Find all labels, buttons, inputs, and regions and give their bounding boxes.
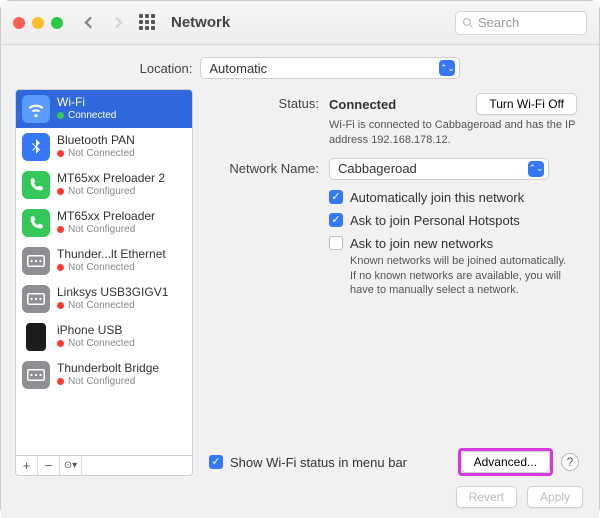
service-list[interactable]: Wi-Fi Connected Bluetooth PAN Not Connec… bbox=[15, 89, 193, 456]
window-controls bbox=[13, 17, 63, 29]
advanced-button[interactable]: Advanced... bbox=[461, 451, 550, 473]
service-item[interactable]: iPhone USB Not Connected bbox=[16, 318, 192, 356]
service-actions: + − ⊙▾ bbox=[15, 456, 193, 476]
service-name: Thunderbolt Bridge bbox=[57, 362, 159, 376]
phone-green-icon bbox=[22, 209, 50, 237]
location-row: Location: Automatic ⌃⌄ bbox=[1, 45, 599, 89]
service-status: Not Configured bbox=[57, 376, 159, 388]
auto-join-label: Automatically join this network bbox=[350, 190, 524, 205]
service-status: Not Configured bbox=[57, 224, 155, 236]
service-status: Not Connected bbox=[57, 300, 168, 312]
status-value: Connected bbox=[329, 97, 396, 112]
service-status: Connected bbox=[57, 110, 116, 122]
back-button[interactable] bbox=[77, 12, 99, 34]
bluetooth-icon bbox=[22, 133, 50, 161]
more-actions-button[interactable]: ⊙▾ bbox=[60, 456, 82, 475]
help-button[interactable]: ? bbox=[561, 453, 579, 471]
service-status: Not Connected bbox=[57, 148, 135, 160]
add-service-button[interactable]: + bbox=[16, 456, 38, 475]
service-item[interactable]: Linksys USB3GIGV1 Not Connected bbox=[16, 280, 192, 318]
service-item[interactable]: Thunder...lt Ethernet Not Connected bbox=[16, 242, 192, 280]
service-name: Bluetooth PAN bbox=[57, 134, 135, 148]
forward-button[interactable] bbox=[107, 12, 129, 34]
location-value: Automatic bbox=[209, 61, 267, 76]
zoom-icon[interactable] bbox=[51, 17, 63, 29]
network-name-value: Cabbageroad bbox=[338, 161, 417, 176]
detail-panel: Status: Connected Turn Wi-Fi Off Wi-Fi i… bbox=[203, 89, 585, 476]
status-subtext: Wi-Fi is connected to Cabbageroad and ha… bbox=[329, 118, 577, 148]
search-input[interactable]: Search bbox=[455, 11, 587, 35]
phone-green-icon bbox=[22, 171, 50, 199]
titlebar: Network Search bbox=[1, 1, 599, 45]
service-status: Not Configured bbox=[57, 186, 165, 198]
chevron-updown-icon: ⌃⌄ bbox=[439, 60, 455, 76]
service-name: MT65xx Preloader bbox=[57, 210, 155, 224]
iphone-icon bbox=[22, 323, 50, 351]
chevron-updown-icon: ⌃⌄ bbox=[528, 161, 544, 177]
search-placeholder: Search bbox=[478, 15, 519, 30]
service-item[interactable]: Wi-Fi Connected bbox=[16, 90, 192, 128]
search-icon bbox=[462, 17, 474, 29]
bottom-bar: Revert Apply bbox=[1, 476, 599, 518]
main: Wi-Fi Connected Bluetooth PAN Not Connec… bbox=[1, 89, 599, 476]
window-title: Network bbox=[171, 14, 230, 31]
service-name: Linksys USB3GIGV1 bbox=[57, 286, 168, 300]
service-name: MT65xx Preloader 2 bbox=[57, 172, 165, 186]
service-name: Wi-Fi bbox=[57, 96, 116, 110]
minimize-icon[interactable] bbox=[32, 17, 44, 29]
revert-button[interactable]: Revert bbox=[456, 486, 517, 508]
ethernet-icon bbox=[22, 247, 50, 275]
auto-join-checkbox[interactable]: ✓ bbox=[329, 190, 343, 204]
ask-new-label: Ask to join new networks bbox=[350, 236, 493, 251]
wifi-icon bbox=[22, 95, 50, 123]
service-name: iPhone USB bbox=[57, 324, 135, 338]
location-label: Location: bbox=[140, 61, 193, 76]
service-status: Not Connected bbox=[57, 262, 166, 274]
network-name-label: Network Name: bbox=[203, 161, 329, 176]
service-item[interactable]: Bluetooth PAN Not Connected bbox=[16, 128, 192, 166]
ethernet-icon bbox=[22, 285, 50, 313]
apply-button[interactable]: Apply bbox=[527, 486, 583, 508]
status-label: Status: bbox=[203, 93, 329, 111]
service-status: Not Connected bbox=[57, 338, 135, 350]
location-select[interactable]: Automatic ⌃⌄ bbox=[200, 57, 460, 79]
show-menu-label: Show Wi-Fi status in menu bar bbox=[230, 455, 407, 470]
service-item[interactable]: MT65xx Preloader Not Configured bbox=[16, 204, 192, 242]
remove-service-button[interactable]: − bbox=[38, 456, 60, 475]
content: Location: Automatic ⌃⌄ Wi-Fi Connected B… bbox=[1, 45, 599, 518]
close-icon[interactable] bbox=[13, 17, 25, 29]
ethernet-icon bbox=[22, 361, 50, 389]
ask-hotspot-label: Ask to join Personal Hotspots bbox=[350, 213, 520, 228]
network-name-select[interactable]: Cabbageroad ⌃⌄ bbox=[329, 158, 549, 180]
ask-hotspot-checkbox[interactable]: ✓ bbox=[329, 213, 343, 227]
show-menu-checkbox[interactable]: ✓ bbox=[209, 455, 223, 469]
show-all-icon[interactable] bbox=[139, 14, 157, 32]
networks-hint: Known networks will be joined automatica… bbox=[329, 254, 569, 299]
service-item[interactable]: Thunderbolt Bridge Not Configured bbox=[16, 356, 192, 394]
service-name: Thunder...lt Ethernet bbox=[57, 248, 166, 262]
panel-footer: ✓ Show Wi-Fi status in menu bar Advanced… bbox=[203, 444, 585, 476]
sidebar: Wi-Fi Connected Bluetooth PAN Not Connec… bbox=[15, 89, 193, 476]
service-item[interactable]: MT65xx Preloader 2 Not Configured bbox=[16, 166, 192, 204]
ask-new-checkbox[interactable] bbox=[329, 236, 343, 250]
wifi-toggle-button[interactable]: Turn Wi-Fi Off bbox=[476, 93, 577, 115]
